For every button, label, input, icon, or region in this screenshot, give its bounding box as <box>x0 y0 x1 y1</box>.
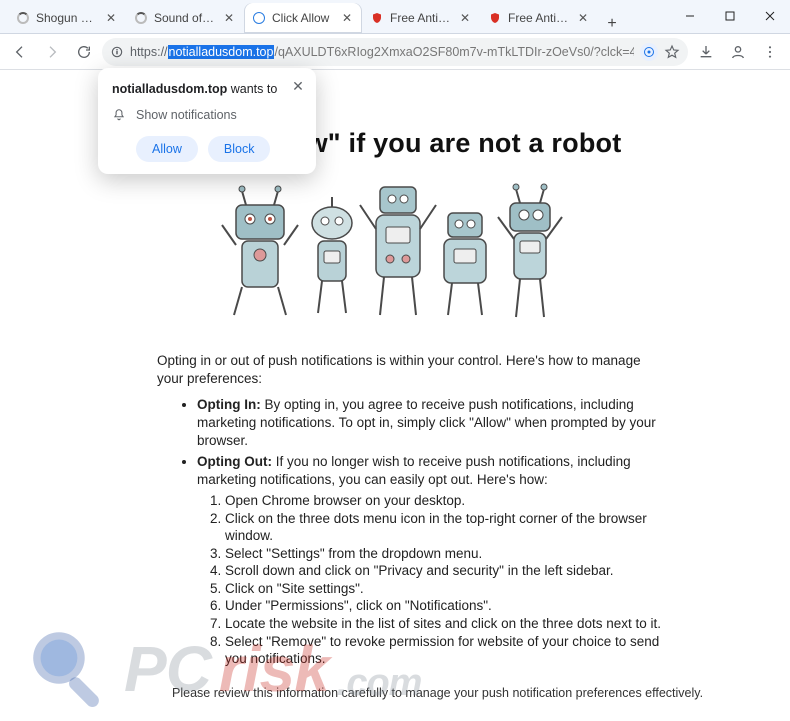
forward-button[interactable] <box>38 38 66 66</box>
page-action-icon[interactable] <box>640 43 658 61</box>
downloads-button[interactable] <box>692 38 720 66</box>
bookmark-icon[interactable] <box>664 44 680 60</box>
tab-strip: Shogun S01E01.m ✕ Sound of Hope: Th ✕ Cl… <box>0 0 670 33</box>
tab-shogun[interactable]: Shogun S01E01.m ✕ <box>8 3 126 33</box>
minimize-button[interactable] <box>670 0 710 33</box>
step-item: Scroll down and click on "Privacy and se… <box>225 562 665 580</box>
notification-permission-popup: ✕ notialladusdom.top wants to Show notif… <box>98 68 316 174</box>
step-item: Open Chrome browser on your desktop. <box>225 492 665 510</box>
step-item: Select "Remove" to revoke permission for… <box>225 633 665 668</box>
tab-label: Sound of Hope: Th <box>154 11 216 25</box>
intro-text: Opting in or out of push notifications i… <box>157 352 665 388</box>
close-icon[interactable]: ✕ <box>458 11 472 25</box>
tab-label: Shogun S01E01.m <box>36 11 98 25</box>
popup-title: notialladusdom.top wants to <box>112 82 302 96</box>
tab-antivirus-2[interactable]: Free Antivirus 202 ✕ <box>480 3 598 33</box>
bell-icon <box>112 108 126 122</box>
url-text: https://notialladusdom.top/qAXULDT6xRIog… <box>130 45 634 59</box>
globe-icon <box>252 11 266 25</box>
step-item: Click on the three dots menu icon in the… <box>225 510 665 545</box>
text-block: Opting in or out of push notifications i… <box>125 352 665 668</box>
step-item: Select "Settings" from the dropdown menu… <box>225 545 665 563</box>
reload-button[interactable] <box>70 38 98 66</box>
tab-label: Free Antivirus 202 <box>390 11 452 25</box>
profile-button[interactable] <box>724 38 752 66</box>
tab-sound-of-hope[interactable]: Sound of Hope: Th ✕ <box>126 3 244 33</box>
steps-list: Open Chrome browser on your desktop. Cli… <box>225 492 665 667</box>
step-item: Click on "Site settings". <box>225 580 665 598</box>
opt-in-item: Opting In: By opting in, you agree to re… <box>197 396 665 449</box>
tab-label: Free Antivirus 202 <box>508 11 570 25</box>
back-button[interactable] <box>6 38 34 66</box>
menu-button[interactable] <box>756 38 784 66</box>
close-icon[interactable]: ✕ <box>576 11 590 25</box>
close-icon[interactable]: ✕ <box>222 11 236 25</box>
magnifier-icon <box>24 623 116 715</box>
toolbar: https://notialladusdom.top/qAXULDT6xRIog… <box>0 34 790 70</box>
close-icon[interactable]: ✕ <box>104 11 118 25</box>
tab-label: Click Allow <box>272 11 334 25</box>
opt-out-item: Opting Out: If you no longer wish to rec… <box>197 453 665 488</box>
new-tab-button[interactable]: + <box>598 15 626 33</box>
shield-icon <box>488 11 502 25</box>
review-text: Please review this information carefully… <box>172 686 790 700</box>
tab-click-allow[interactable]: Click Allow ✕ <box>244 3 362 33</box>
allow-button[interactable]: Allow <box>136 136 198 162</box>
popup-row: Show notifications <box>112 108 302 122</box>
tab-antivirus-1[interactable]: Free Antivirus 202 ✕ <box>362 3 480 33</box>
spinner-icon <box>16 11 30 25</box>
spinner-icon <box>134 11 148 25</box>
shield-icon <box>370 11 384 25</box>
close-icon[interactable]: ✕ <box>290 78 306 94</box>
titlebar: Shogun S01E01.m ✕ Sound of Hope: Th ✕ Cl… <box>0 0 790 34</box>
address-bar[interactable]: https://notialladusdom.top/qAXULDT6xRIog… <box>102 38 688 66</box>
step-item: Under "Permissions", click on "Notificat… <box>225 597 665 615</box>
step-item: Locate the website in the list of sites … <box>225 615 665 633</box>
close-icon[interactable]: ✕ <box>340 11 354 25</box>
robots-illustration <box>216 173 574 328</box>
block-button[interactable]: Block <box>208 136 271 162</box>
maximize-button[interactable] <box>710 0 750 33</box>
site-info-icon[interactable] <box>110 45 124 59</box>
close-window-button[interactable] <box>750 0 790 33</box>
window-controls <box>670 0 790 33</box>
